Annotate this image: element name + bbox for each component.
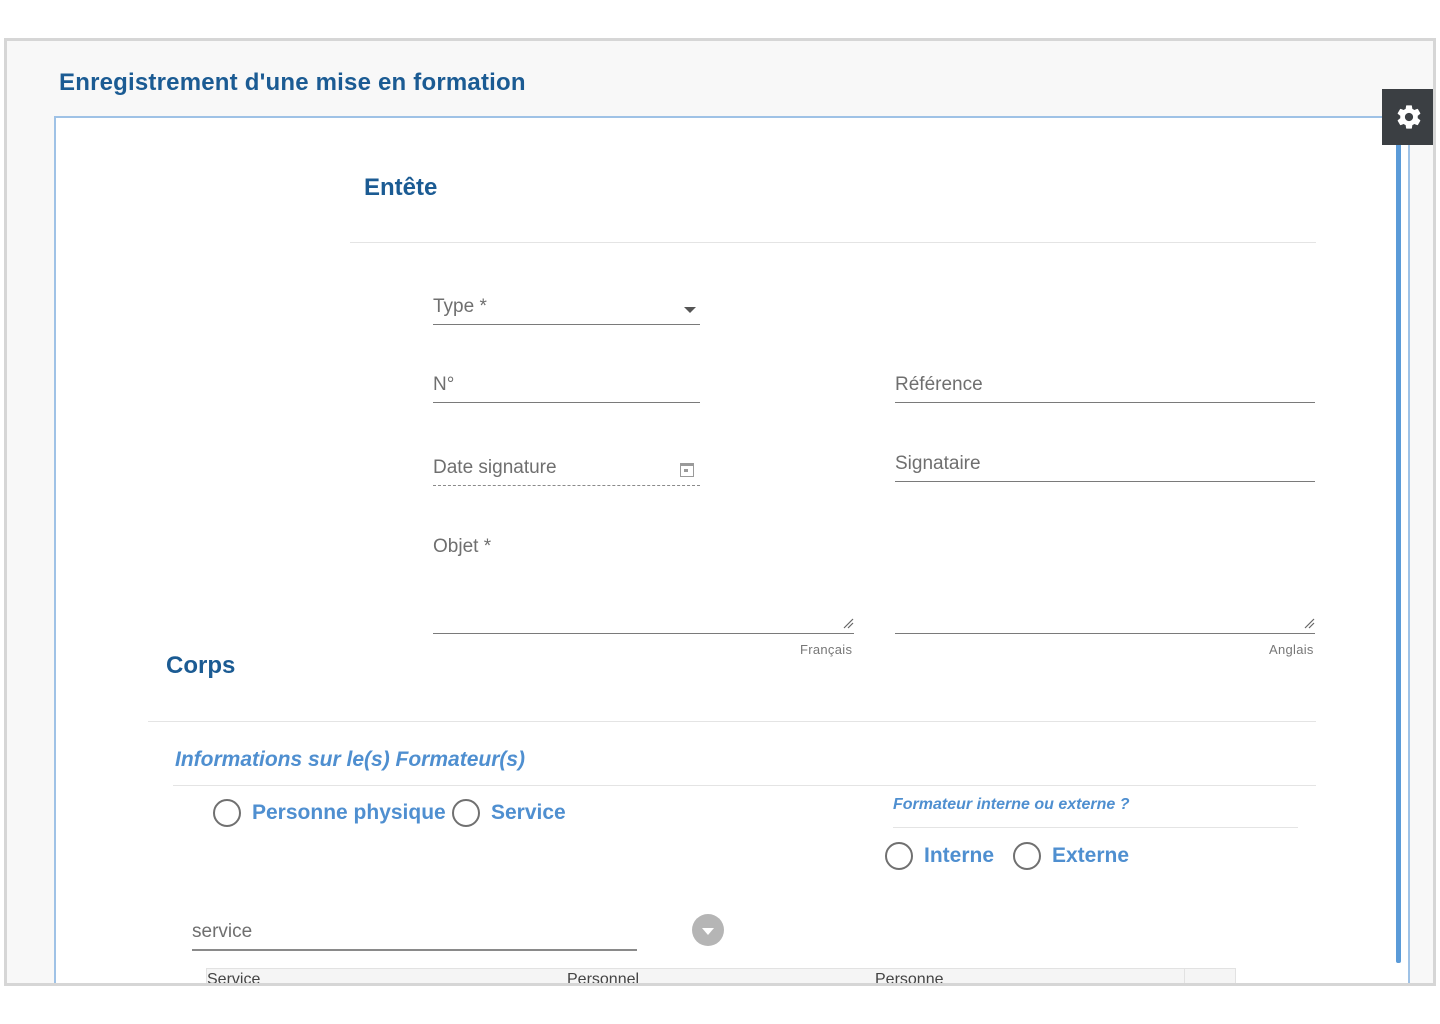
objet-en-textarea[interactable]: [895, 573, 1315, 634]
radio-label: Externe: [1052, 844, 1130, 867]
radio-personne-physique[interactable]: Personne physique: [213, 799, 446, 827]
lang-fr-label: Français: [800, 642, 853, 657]
signataire-label: Signataire: [895, 453, 981, 474]
service-field[interactable]: service: [192, 910, 637, 951]
service-dropdown-button[interactable]: [692, 914, 724, 946]
date-signature-label: Date signature: [433, 457, 557, 478]
interne-externe-question: Formateur interne ou externe ?: [893, 796, 1130, 813]
radio-circle[interactable]: [885, 842, 913, 870]
radio-interne[interactable]: Interne: [885, 842, 994, 870]
column-header-personnel[interactable]: Personnel: [567, 971, 639, 983]
formateurs-subtitle: Informations sur le(s) Formateur(s): [175, 748, 526, 771]
reference-field[interactable]: Référence: [895, 363, 1315, 403]
divider: [350, 242, 1316, 243]
settings-button[interactable]: [1382, 89, 1433, 145]
resize-handle-icon[interactable]: [1303, 617, 1315, 629]
type-select[interactable]: Type *: [433, 283, 700, 325]
table-header: Service Personnel Personne: [206, 968, 1236, 983]
section-title-entete: Entête: [364, 174, 438, 201]
radio-circle[interactable]: [1013, 842, 1041, 870]
numero-field[interactable]: N°: [433, 363, 700, 403]
app-window: Enregistrement d'une mise en formation E…: [4, 38, 1436, 986]
numero-label: N°: [433, 374, 455, 395]
radio-circle[interactable]: [213, 799, 241, 827]
radio-service[interactable]: Service: [452, 799, 566, 827]
radio-label: Interne: [924, 844, 995, 867]
signataire-field[interactable]: Signataire: [895, 442, 1315, 482]
chevron-down-icon: [684, 307, 696, 313]
scrollbar[interactable]: [1396, 118, 1401, 963]
reference-label: Référence: [895, 374, 983, 395]
radio-label: Service: [491, 801, 566, 824]
form-card: Entête Type * N° Référence Date signatur…: [54, 116, 1410, 983]
type-label: Type *: [433, 296, 487, 317]
objet-fr-textarea[interactable]: [433, 573, 854, 634]
resize-handle-icon[interactable]: [842, 617, 854, 629]
section-title-corps: Corps: [166, 652, 236, 679]
column-divider: [1184, 969, 1185, 983]
column-header-service[interactable]: Service: [207, 971, 260, 983]
calendar-icon[interactable]: [680, 463, 694, 477]
lang-en-label: Anglais: [1269, 642, 1314, 657]
page-title: Enregistrement d'une mise en formation: [59, 69, 526, 96]
radio-label: Personne physique: [252, 801, 446, 824]
service-field-value: service: [192, 921, 253, 942]
date-signature-field[interactable]: Date signature: [433, 444, 700, 486]
objet-label: Objet *: [433, 536, 492, 557]
column-header-personne[interactable]: Personne: [875, 971, 944, 983]
divider: [173, 785, 1316, 786]
divider: [148, 721, 1316, 722]
divider: [893, 827, 1298, 828]
radio-externe[interactable]: Externe: [1013, 842, 1129, 870]
gear-icon: [1397, 105, 1421, 129]
radio-circle[interactable]: [452, 799, 480, 827]
